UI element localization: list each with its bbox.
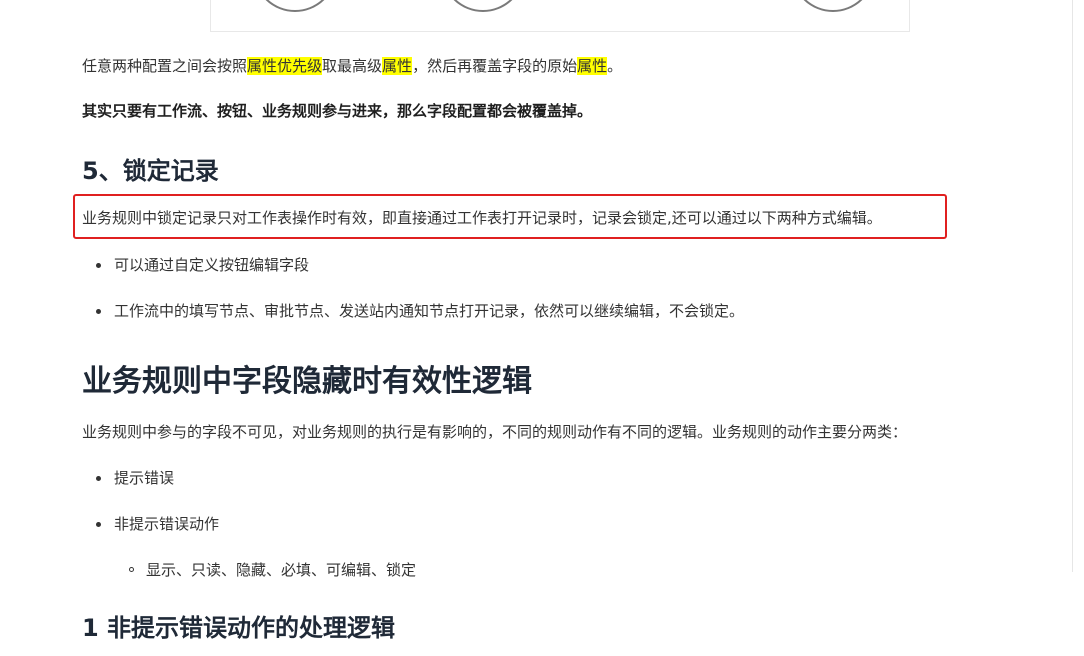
paragraph-override-note: 其实只要有工作流、按钮、业务规则参与进来，那么字段配置都会被覆盖掉。	[82, 102, 593, 120]
text-segment: ，然后再覆盖字段的原始	[412, 57, 578, 75]
heading-hidden-field-logic: 业务规则中字段隐藏时有效性逻辑	[82, 364, 532, 399]
highlight-text: 属性优先级	[247, 57, 323, 75]
heading-lock-record: 5、锁定记录	[82, 157, 219, 185]
list-bullet	[96, 263, 101, 268]
page-right-border	[1072, 0, 1073, 572]
list-item: 工作流中的填写节点、审批节点、发送站内通知节点打开记录，依然可以继续编辑，不会锁…	[114, 302, 745, 320]
text-segment: 。	[607, 57, 623, 75]
diagram-image-bottom	[210, 0, 910, 32]
heading-non-error-actions: 1 非提示错误动作的处理逻辑	[82, 614, 396, 642]
text-segment: 任意两种配置之间会按照	[82, 57, 248, 75]
text-segment: 取最高级	[322, 57, 383, 75]
diagram-circle-1	[253, 0, 337, 12]
highlight-text: 属性	[577, 57, 608, 75]
list-bullet	[96, 522, 101, 527]
paragraph-hidden-field: 业务规则中参与的字段不可见，对业务规则的执行是有影响的，不同的规则动作有不同的逻…	[82, 423, 908, 441]
paragraph-lock-record: 业务规则中锁定记录只对工作表操作时有效，即直接通过工作表打开记录时，记录会锁定,…	[82, 209, 882, 227]
sub-list-bullet	[129, 567, 134, 572]
list-bullet	[96, 309, 101, 314]
paragraph-priority: 任意两种配置之间会按照属性优先级取最高级属性，然后再覆盖字段的原始属性。	[82, 55, 622, 77]
diagram-circle-3	[791, 0, 875, 12]
list-item: 可以通过自定义按钮编辑字段	[114, 256, 310, 274]
list-item: 非提示错误动作	[114, 515, 220, 533]
diagram-circle-2	[441, 0, 525, 12]
sub-list-item: 显示、只读、隐藏、必填、可编辑、锁定	[146, 561, 417, 579]
list-bullet	[96, 476, 101, 481]
highlight-text: 属性	[382, 57, 413, 75]
list-item: 提示错误	[114, 469, 175, 487]
